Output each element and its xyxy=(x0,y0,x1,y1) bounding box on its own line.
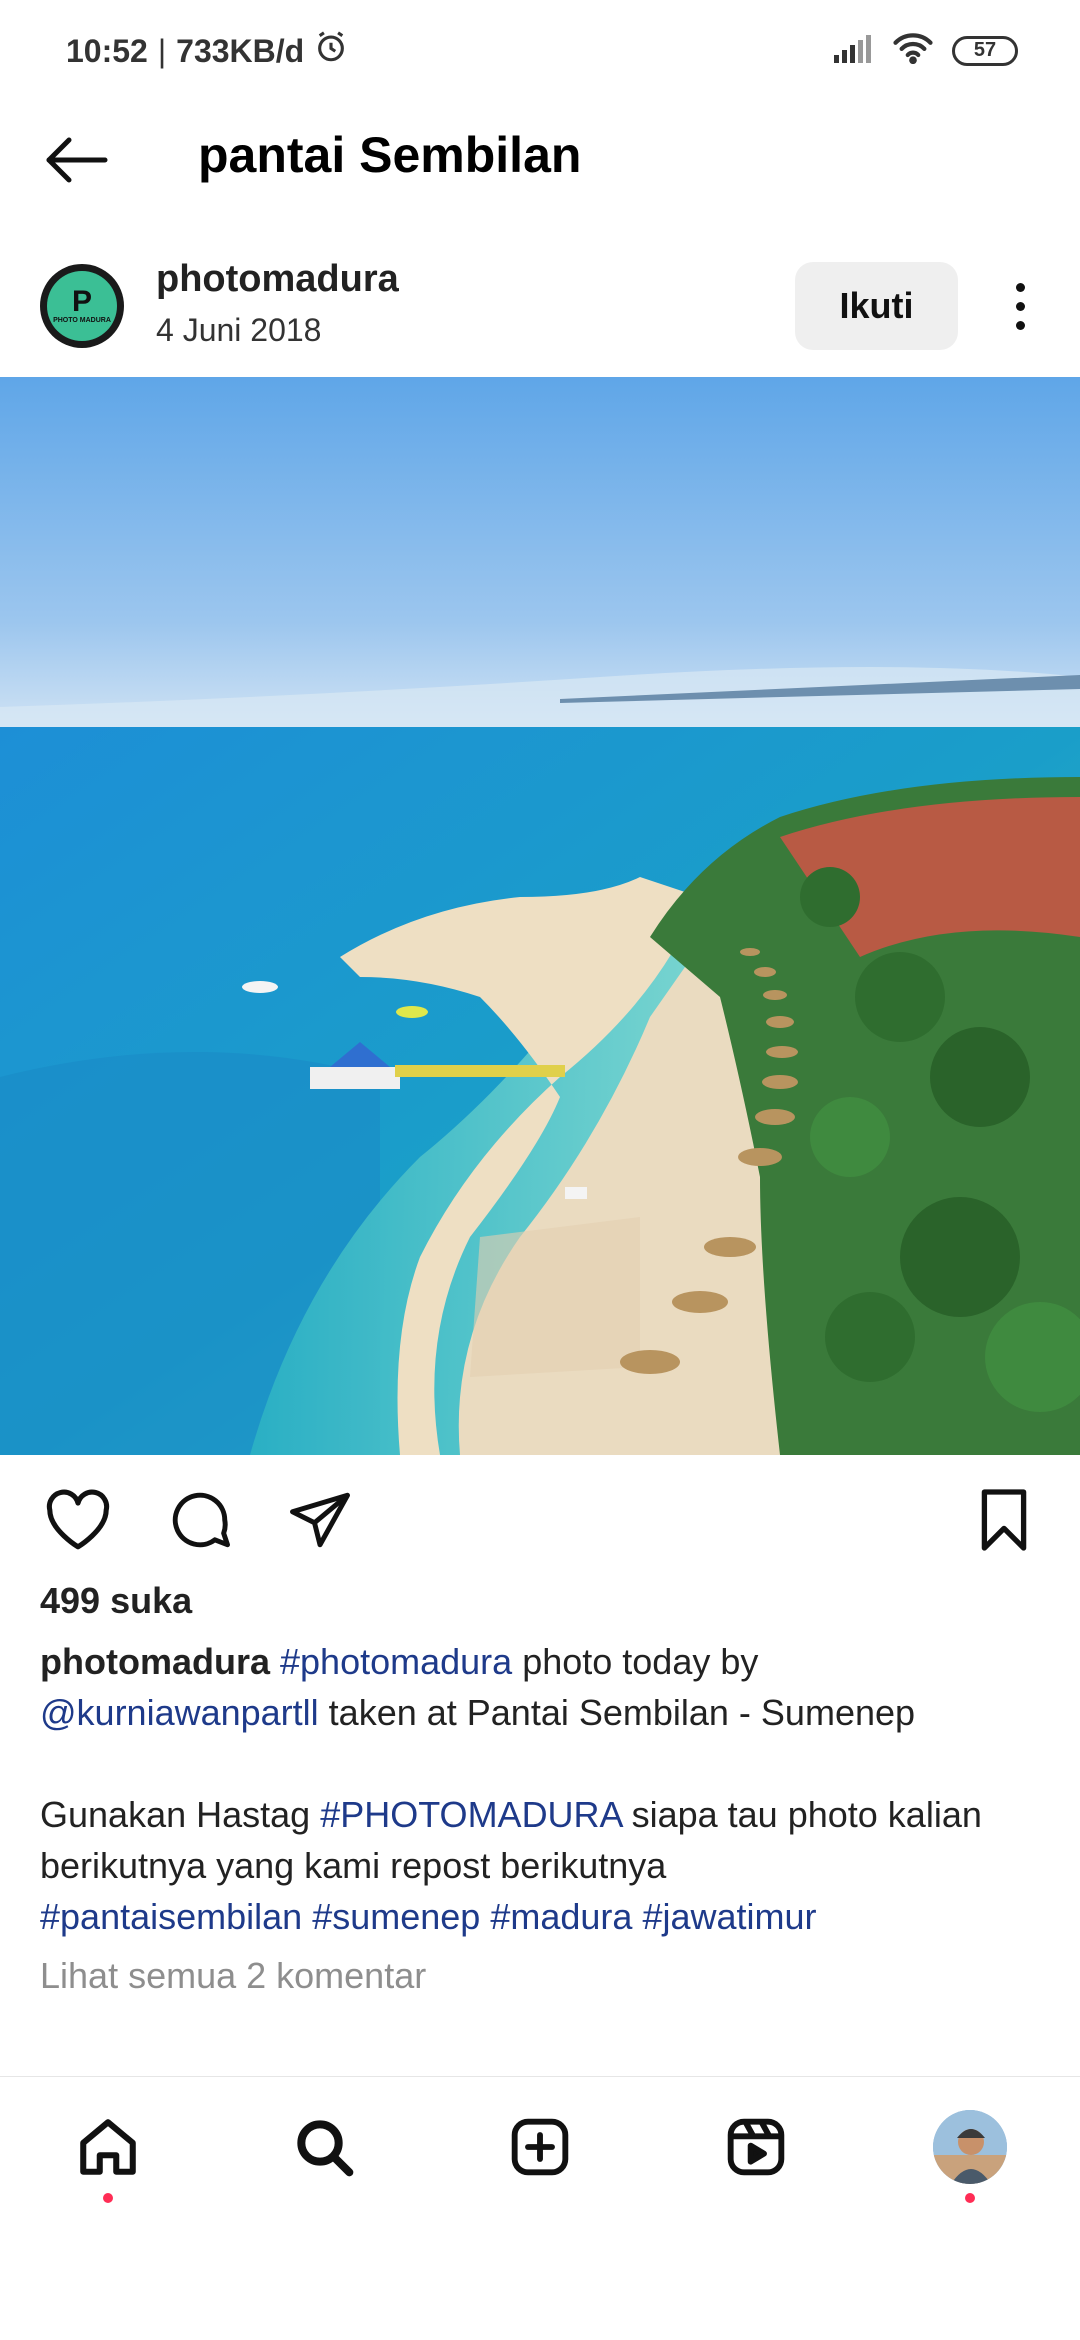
nav-profile[interactable] xyxy=(930,2107,1010,2203)
follow-button[interactable]: Ikuti xyxy=(795,262,958,350)
post-username[interactable]: photomadura xyxy=(156,258,399,301)
hashtag-link[interactable]: #PHOTOMADURA xyxy=(320,1794,621,1835)
caption-text: taken at Pantai Sembilan - Sumenep xyxy=(318,1692,916,1733)
bottom-nav xyxy=(0,2076,1080,2216)
home-icon xyxy=(80,2119,136,2175)
nav-create[interactable] xyxy=(500,2107,580,2187)
post-header: P PHOTO MADURA photomadura 4 Juni 2018 I… xyxy=(0,240,1080,375)
status-time: 10:52 xyxy=(66,32,148,69)
notification-dot xyxy=(103,2193,113,2203)
nav-home[interactable] xyxy=(68,2107,148,2203)
beach-photo xyxy=(0,377,1080,1455)
profile-avatar xyxy=(933,2110,1007,2184)
post-image[interactable] xyxy=(0,377,1080,1455)
reels-icon xyxy=(727,2118,785,2176)
network-speed: 733KB/d xyxy=(176,32,305,69)
create-icon xyxy=(511,2118,569,2176)
avatar-logo: P PHOTO MADURA xyxy=(47,271,117,341)
search-icon xyxy=(297,2120,354,2177)
caption-text: photo today by xyxy=(512,1641,759,1682)
hashtag-link[interactable]: #madura xyxy=(490,1896,632,1937)
bookmark-icon xyxy=(981,1489,1027,1551)
avatar-letter: P xyxy=(71,285,92,318)
hashtag-link[interactable]: #sumenep xyxy=(312,1896,480,1937)
save-button[interactable] xyxy=(964,1480,1044,1560)
mention-link[interactable]: @kurniawanpartll xyxy=(40,1692,319,1733)
view-comments-link[interactable]: Lihat semua 2 komentar xyxy=(40,1955,426,1997)
status-left: 10:52 | 733KB/d xyxy=(66,30,348,72)
status-bar: 10:52 | 733KB/d 57 xyxy=(0,0,1080,100)
back-button[interactable] xyxy=(36,122,116,198)
hashtag-link[interactable]: #jawatimur xyxy=(642,1896,816,1937)
nav-reels[interactable] xyxy=(716,2107,796,2187)
post-actions xyxy=(0,1470,1080,1570)
more-options-button[interactable] xyxy=(995,270,1045,342)
battery-icon: 57 xyxy=(952,35,1018,66)
status-right: 57 xyxy=(832,32,1018,69)
top-bar: pantai Sembilan xyxy=(0,100,1080,220)
signal-icon xyxy=(832,33,874,68)
arrow-left-icon xyxy=(46,137,108,183)
alarm-icon xyxy=(314,30,348,72)
notification-dot xyxy=(965,2193,975,2203)
nav-search[interactable] xyxy=(284,2107,364,2187)
like-button[interactable] xyxy=(38,1480,118,1560)
comment-button[interactable] xyxy=(160,1480,240,1560)
dot xyxy=(1015,282,1025,292)
dot xyxy=(1015,301,1025,311)
share-icon xyxy=(290,1492,350,1548)
likes-count[interactable]: 499 suka xyxy=(40,1580,192,1622)
hashtag-link[interactable]: #photomadura xyxy=(280,1641,512,1682)
account-avatar[interactable]: P PHOTO MADURA xyxy=(40,264,124,348)
page-title: pantai Sembilan xyxy=(198,127,582,183)
heart-icon xyxy=(46,1489,110,1550)
status-separator: | xyxy=(157,32,167,69)
wifi-icon xyxy=(892,32,934,69)
post-date: 4 Juni 2018 xyxy=(156,312,322,348)
dot xyxy=(1015,320,1025,330)
hashtag-link[interactable]: #pantaisembilan xyxy=(40,1896,302,1937)
avatar-text: PHOTO MADURA xyxy=(53,317,111,324)
caption-author[interactable]: photomadura xyxy=(40,1641,270,1682)
caption-text: Gunakan Hastag xyxy=(40,1794,321,1835)
post-caption: photomadura #photomadura photo today by … xyxy=(40,1636,1040,1942)
comment-icon xyxy=(172,1492,230,1548)
share-button[interactable] xyxy=(280,1480,360,1560)
